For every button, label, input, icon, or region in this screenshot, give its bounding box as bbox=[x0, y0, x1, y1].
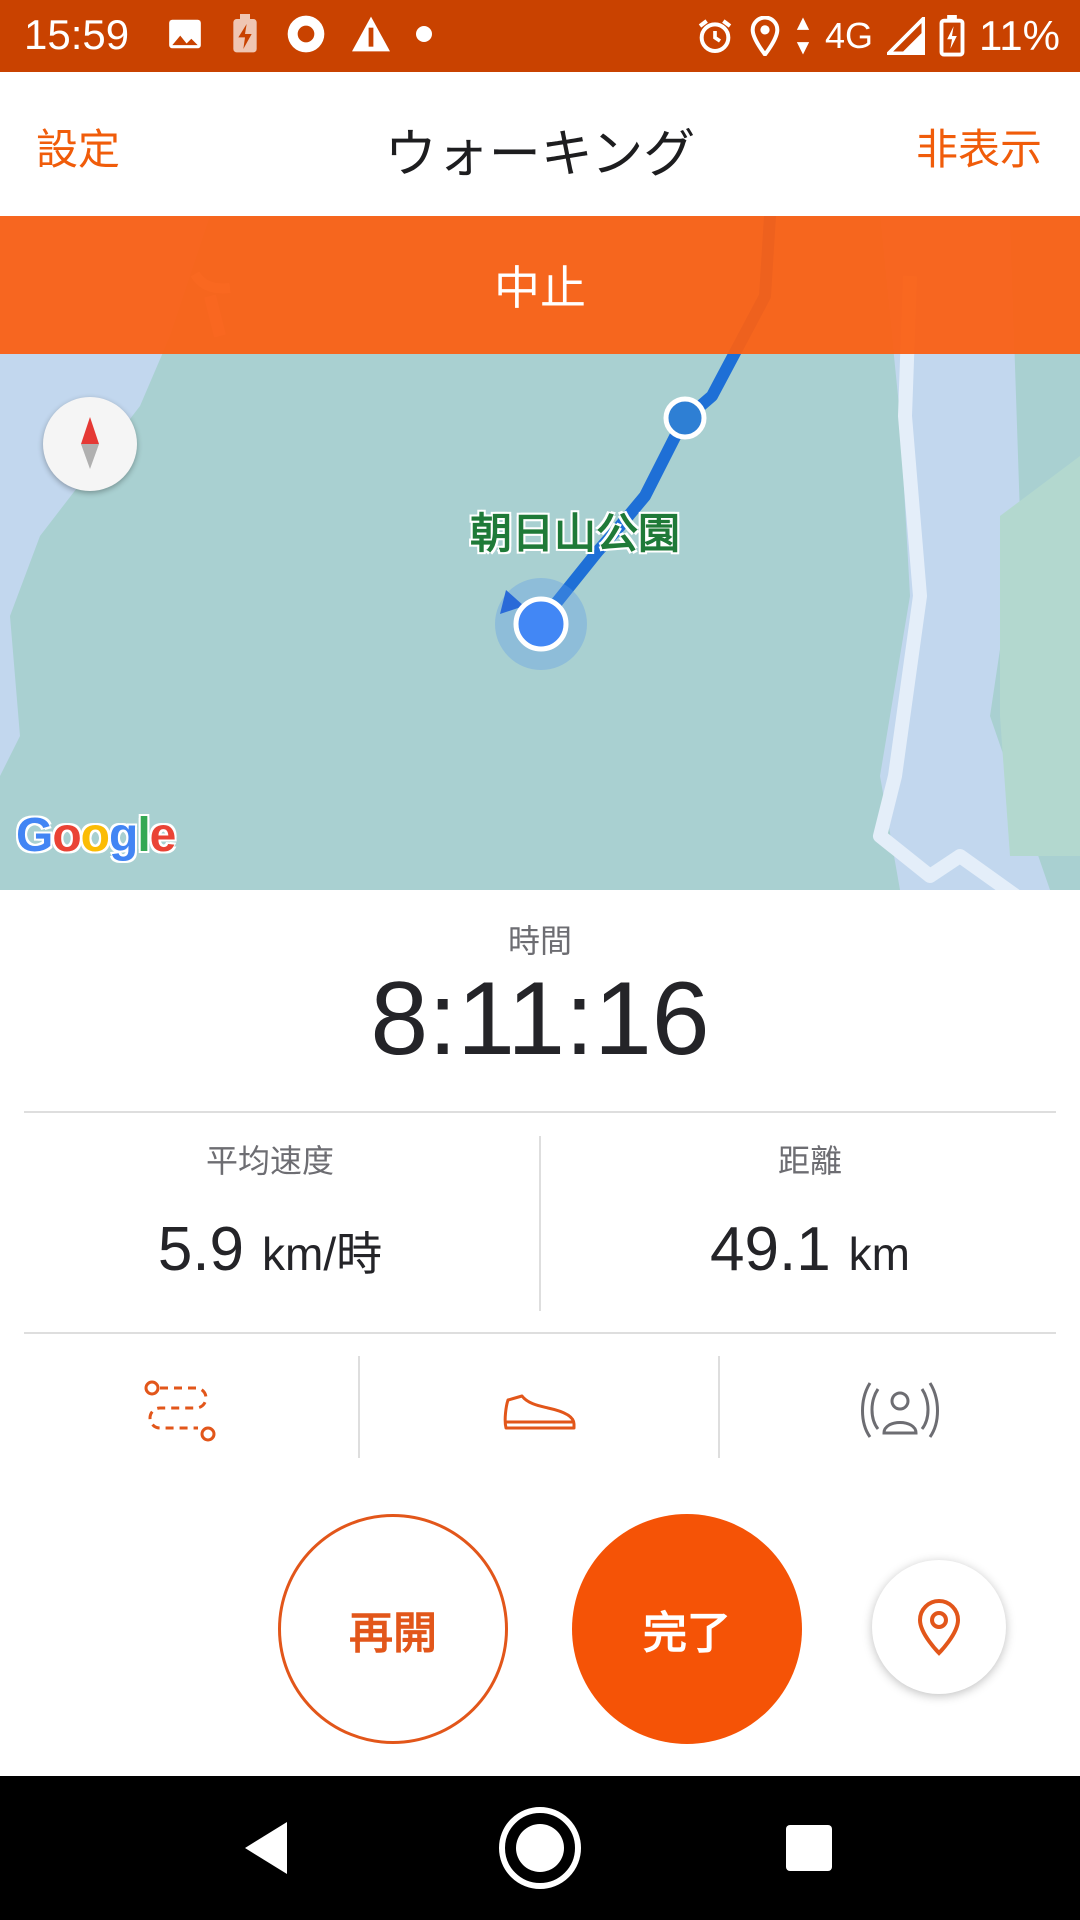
divider bbox=[24, 1332, 1056, 1334]
shoe-icon bbox=[503, 1394, 576, 1430]
alarm-icon bbox=[698, 19, 732, 54]
route-button[interactable] bbox=[90, 1356, 270, 1466]
beacon-icon bbox=[861, 1382, 939, 1438]
status-right-icons: 4G 11% bbox=[695, 12, 1060, 60]
triangle-app-icon bbox=[352, 16, 390, 52]
route-icon bbox=[144, 1380, 216, 1442]
location-pin-icon bbox=[917, 1598, 961, 1656]
beacon-button[interactable] bbox=[810, 1356, 990, 1466]
network-type: 4G bbox=[825, 15, 874, 56]
divider bbox=[718, 1356, 720, 1458]
gear-shoe-button[interactable] bbox=[450, 1356, 630, 1466]
distance-unit: km bbox=[848, 1228, 910, 1280]
recents-button[interactable] bbox=[765, 1804, 853, 1892]
battery-charging-icon bbox=[939, 15, 965, 57]
map[interactable]: 中止 朝日山公園 Google bbox=[0, 216, 1080, 890]
header: 設定 ウォーキング 非表示 bbox=[0, 72, 1080, 216]
hide-button[interactable]: 非表示 bbox=[916, 116, 1042, 177]
nav-bar bbox=[0, 1776, 1080, 1920]
stop-banner[interactable]: 中止 bbox=[0, 216, 1080, 354]
dot-icon bbox=[416, 26, 432, 42]
circle-app-icon bbox=[287, 15, 325, 53]
home-icon bbox=[499, 1807, 581, 1889]
home-button[interactable] bbox=[496, 1804, 584, 1892]
data-arrows-icon bbox=[796, 17, 810, 55]
image-icon bbox=[169, 19, 201, 49]
divider bbox=[24, 1111, 1056, 1113]
avg-speed-unit: km/時 bbox=[262, 1228, 383, 1280]
finish-button[interactable]: 完了 bbox=[572, 1514, 802, 1744]
avg-speed-label: 平均速度 bbox=[205, 1142, 334, 1180]
location-icon bbox=[750, 16, 780, 56]
status-time: 15:59 bbox=[24, 11, 130, 58]
compass-button[interactable] bbox=[43, 397, 137, 491]
distance-label: 距離 bbox=[777, 1142, 842, 1180]
status-left-icons bbox=[166, 14, 432, 54]
google-logo: Google bbox=[16, 809, 176, 862]
status-bar: 15:59 4G 11% bbox=[0, 0, 1080, 72]
location-button[interactable] bbox=[872, 1560, 1006, 1694]
avg-speed-value: 5.9 km/時 bbox=[0, 1214, 540, 1285]
compass-icon bbox=[81, 417, 99, 469]
resume-button[interactable]: 再開 bbox=[278, 1514, 508, 1744]
distance-number: 49.1 bbox=[710, 1215, 831, 1284]
time-label: 時間 bbox=[507, 922, 572, 960]
avg-speed-number: 5.9 bbox=[157, 1215, 245, 1284]
route-start-marker bbox=[663, 396, 707, 440]
back-button[interactable] bbox=[222, 1804, 310, 1892]
signal-icon bbox=[887, 17, 926, 55]
back-icon bbox=[245, 1822, 287, 1874]
park-label: 朝日山公園 bbox=[470, 509, 681, 558]
recents-icon bbox=[786, 1825, 832, 1871]
current-location-marker bbox=[513, 596, 569, 652]
divider bbox=[358, 1356, 360, 1458]
battery-saver-icon bbox=[233, 14, 257, 53]
distance-value: 49.1 km bbox=[540, 1214, 1080, 1285]
time-value: 8:11:16 bbox=[370, 961, 710, 1077]
battery-percent: 11% bbox=[979, 12, 1060, 59]
